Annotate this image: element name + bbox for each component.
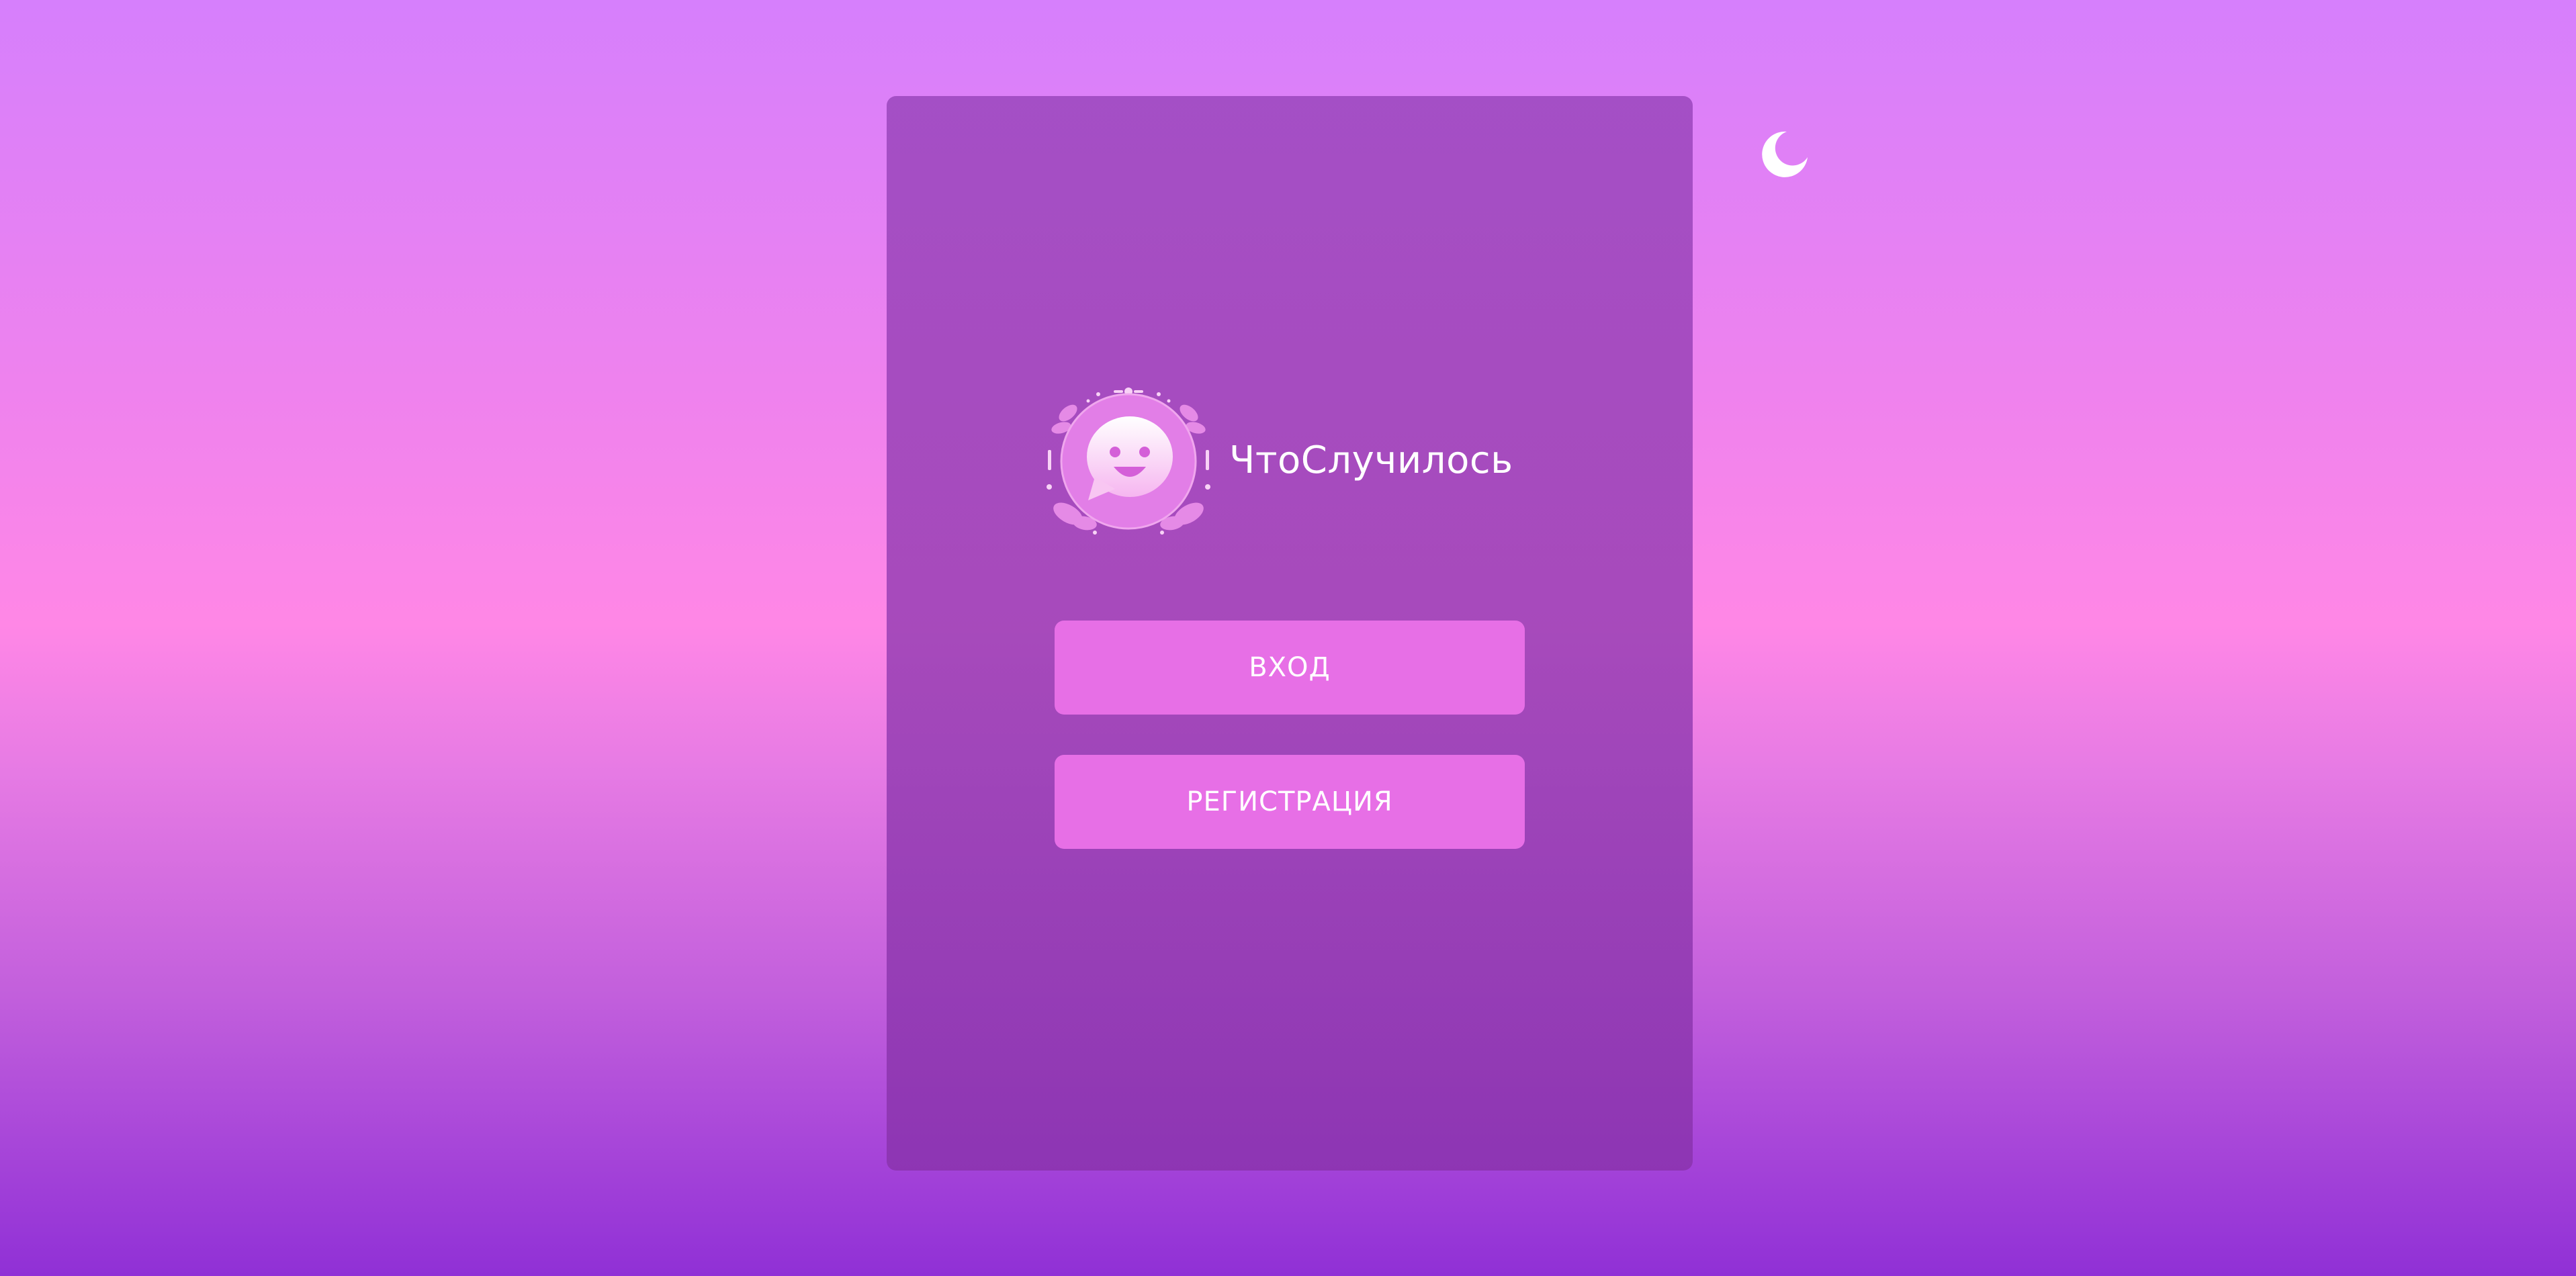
moon-icon[interactable]	[1758, 128, 1812, 181]
register-button-label: РЕГИСТРАЦИЯ	[1186, 786, 1393, 817]
app-logo-icon	[1047, 388, 1210, 535]
app-name: ЧтоСлучилось	[1229, 438, 1513, 482]
brand-header: ЧтоСлучилось	[1041, 376, 1513, 544]
register-button[interactable]: РЕГИСТРАЦИЯ	[1055, 755, 1525, 849]
login-button[interactable]: ВХОД	[1055, 621, 1525, 715]
login-button-label: ВХОД	[1249, 652, 1331, 683]
